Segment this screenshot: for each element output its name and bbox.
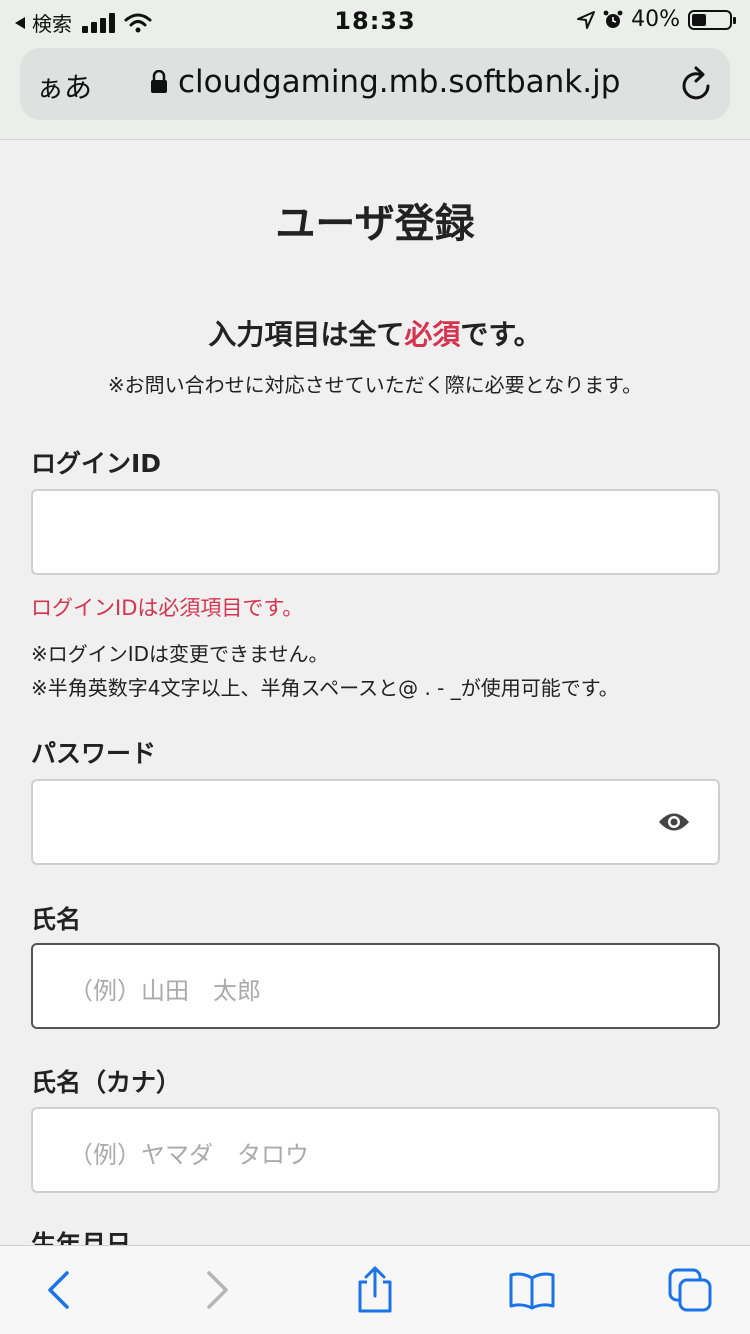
browser-address-area: ぁあ cloudgaming.mb.softbank.jp [0, 40, 750, 140]
password-label: パスワード [31, 739, 157, 768]
browser-toolbar [0, 1245, 750, 1334]
lock-icon [151, 70, 167, 93]
name-placeholder: （例）山田 太郎 [69, 977, 261, 1005]
battery-icon [688, 9, 736, 30]
page-content: ユーザ登録 入力項目は全て必須です。 ※お問い合わせに対応させていただく際に必要… [0, 141, 750, 1245]
required-highlight: 必須 [404, 318, 461, 351]
bookmarks-button[interactable] [508, 1266, 556, 1314]
required-notice-suffix: です。 [460, 318, 542, 351]
required-notice: 入力項目は全て必須です。 [0, 313, 750, 353]
address-bar[interactable]: ぁあ cloudgaming.mb.softbank.jp [20, 48, 730, 120]
name-input[interactable]: （例）山田 太郎 [31, 943, 720, 1029]
show-password-eye-icon[interactable] [658, 811, 690, 833]
login-id-label: ログインID [31, 449, 162, 478]
book-icon [509, 1272, 555, 1310]
name-kana-label: 氏名（カナ） [31, 1068, 182, 1097]
status-bar: 検索 18:33 40% [0, 0, 750, 40]
name-kana-input[interactable]: （例）ヤマダ タロウ [31, 1107, 720, 1193]
page-title: ユーザ登録 [275, 201, 475, 247]
login-id-error: ログインIDは必須項目です。 [31, 596, 304, 620]
login-id-note-2: ※半角英数字4文字以上、半角スペースと@ . - _が使用可能です。 [31, 676, 619, 700]
tabs-icon [668, 1268, 712, 1312]
share-button[interactable] [351, 1266, 399, 1314]
login-id-note-1: ※ログインIDは変更できません。 [31, 642, 329, 666]
share-icon [358, 1266, 392, 1313]
password-input[interactable] [31, 779, 720, 865]
back-button[interactable] [34, 1266, 82, 1314]
url-text[interactable]: cloudgaming.mb.softbank.jp [178, 64, 620, 100]
tabs-button[interactable] [666, 1266, 714, 1314]
name-label: 氏名 [31, 905, 82, 934]
birthdate-label: 生年月日 [31, 1230, 132, 1245]
forward-button[interactable] [194, 1266, 242, 1314]
location-arrow-icon [577, 10, 596, 29]
required-notice-prefix: 入力項目は全て [208, 318, 405, 351]
page-settings-button[interactable]: ぁあ [36, 66, 92, 106]
login-id-input[interactable] [31, 489, 720, 575]
reload-icon[interactable] [680, 66, 714, 102]
alarm-icon [603, 10, 623, 28]
chevron-right-icon [207, 1271, 228, 1309]
chevron-left-icon [48, 1271, 69, 1309]
battery-percent: 40% [631, 7, 680, 32]
name-kana-placeholder: （例）ヤマダ タロウ [69, 1141, 309, 1169]
required-subnote: ※お問い合わせに対応させていただく際に必要となります。 [107, 373, 643, 397]
